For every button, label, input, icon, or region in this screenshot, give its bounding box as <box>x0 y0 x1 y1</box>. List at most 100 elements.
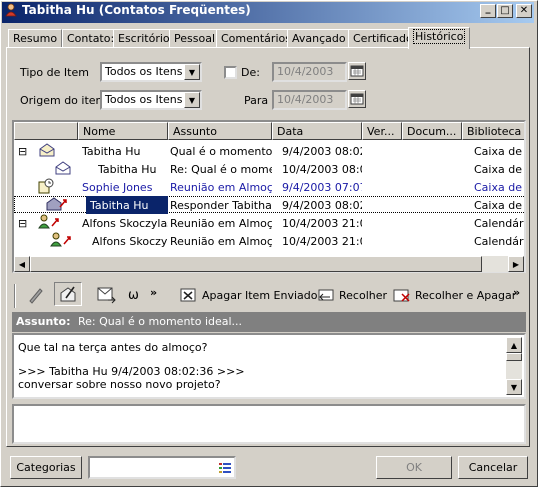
tab-label: Certificado <box>353 32 413 45</box>
item-type-select[interactable]: Todos os Itens ▼ <box>100 62 202 82</box>
row-name: Alfons Skoczyla <box>92 235 168 248</box>
mail-forward-icon <box>46 197 67 211</box>
tab-label: Comentários <box>221 32 291 45</box>
row-date: 10/4/2003 21:02 <box>282 217 362 230</box>
column-header-subject[interactable]: Assunto <box>168 122 272 140</box>
row-subject: Responder Tabitha <box>170 199 272 212</box>
row-subject: Reunião em Almoço <box>170 181 272 194</box>
scroll-left-button[interactable]: ◀ <box>14 256 30 272</box>
row-date: 9/4/2003 08:02: <box>282 145 362 158</box>
forward-button[interactable] <box>96 283 118 307</box>
maximize-button[interactable]: □ <box>497 4 513 18</box>
retract-delete-button[interactable]: Recolher e Apagar <box>392 283 516 307</box>
delete-mail-icon <box>180 288 196 302</box>
column-header-version[interactable]: Ver... <box>362 122 402 140</box>
message-line: >>> Tabitha Hu 9/4/2003 08:02:36 >>> <box>18 365 245 378</box>
row-library: Caixa de C <box>474 181 524 194</box>
subject-value: Re: Qual é o momento ideal... <box>77 315 243 328</box>
calendar-icon <box>350 65 364 77</box>
item-type-label: Tipo de Item <box>20 66 89 79</box>
categories-field[interactable] <box>88 456 236 479</box>
history-list[interactable]: Nome Assunto Data Ver... Docum... Biblio… <box>12 120 526 273</box>
appointment-icon <box>38 178 54 194</box>
row-date: 9/4/2003 07:07: <box>282 181 362 194</box>
envelope-reply-icon <box>55 161 71 175</box>
toolbar-overflow-right[interactable]: » <box>513 280 520 304</box>
from-calendar-button[interactable] <box>348 62 366 80</box>
from-date-checkbox[interactable] <box>224 66 237 79</box>
tab-label: Pessoal <box>174 32 215 45</box>
item-origin-select[interactable]: Todos os Itens ▼ <box>100 90 202 110</box>
close-button[interactable]: ✕ <box>516 4 532 18</box>
chevron-right-icon: ▶ <box>512 259 520 269</box>
delete-sent-button[interactable]: Apagar Item Enviado <box>178 283 317 307</box>
row-library: Calendário <box>474 217 524 230</box>
tree-expander[interactable]: ⊟ <box>18 142 30 160</box>
mark-unread-button[interactable] <box>26 283 46 307</box>
preview-subject-bar: Assunto: Re: Qual é o momento ideal... <box>12 312 526 332</box>
minimize-icon: _ <box>485 3 491 14</box>
tab-label: Avançado <box>292 32 346 45</box>
item-origin-label: Origem do item <box>20 94 107 107</box>
tab-label: Histórico <box>413 29 466 44</box>
column-header-library[interactable]: Biblioteca <box>462 122 524 140</box>
cancel-button[interactable]: Cancelar <box>458 456 528 479</box>
close-icon: ✕ <box>519 5 529 16</box>
retract-label: Recolher <box>339 288 388 302</box>
tree-expander[interactable]: ⊟ <box>18 214 30 232</box>
chevron-down-icon[interactable]: ▼ <box>184 92 200 108</box>
toolbar-overflow[interactable]: » <box>150 280 157 304</box>
row-date: 9/4/2003 08:02: <box>282 199 362 212</box>
categories-button[interactable]: Categorias <box>10 456 82 479</box>
row-name: Tabitha Hu <box>86 196 168 214</box>
tab-pessoal[interactable]: Pessoal <box>169 29 220 48</box>
retract-button[interactable]: Recolher <box>316 283 387 307</box>
scroll-down-button[interactable]: ▼ <box>506 379 522 395</box>
meeting-request-icon <box>50 232 71 247</box>
mark-read-button[interactable] <box>54 282 82 306</box>
resend-icon: ω <box>128 287 139 303</box>
toolbar-grip <box>14 284 16 308</box>
message-preview[interactable]: Que tal na terça antes do almoço? >>> Ta… <box>12 333 526 399</box>
tab-label: Contato: <box>67 32 115 45</box>
scroll-thumb[interactable] <box>30 256 482 272</box>
to-calendar-button[interactable] <box>348 90 366 108</box>
retract-icon <box>318 289 334 301</box>
column-header-document[interactable]: Docum... <box>402 122 462 140</box>
from-date-field[interactable]: 10/4/2003 <box>272 62 347 82</box>
row-library: Caixa de C <box>474 163 524 176</box>
scroll-right-button[interactable]: ▶ <box>508 256 524 272</box>
minimize-button[interactable]: _ <box>480 4 496 18</box>
chevron-down-icon: ▼ <box>510 382 518 392</box>
scroll-thumb[interactable] <box>506 353 522 361</box>
resend-button[interactable]: ω <box>128 283 139 307</box>
to-date-label: Para <box>244 94 269 107</box>
reply-text-area[interactable] <box>12 404 526 444</box>
tab-resumo[interactable]: Resumo <box>8 29 63 48</box>
item-type-value: Todos os Itens <box>105 65 183 78</box>
contact-icon <box>5 3 17 17</box>
row-date: 10/4/2003 08:03 <box>282 163 362 176</box>
tab-avancado[interactable]: Avançado <box>287 29 351 48</box>
retract-delete-label: Recolher e Apagar <box>415 288 517 302</box>
scroll-up-button[interactable]: ▲ <box>506 337 522 353</box>
row-date: 10/4/2003 21:02 <box>282 235 362 248</box>
ok-button[interactable]: OK <box>376 456 452 479</box>
tab-comentarios[interactable]: Comentários <box>216 29 296 48</box>
category-list-icon[interactable] <box>218 461 232 475</box>
row-name: Alfons Skoczylas <box>82 217 168 230</box>
from-date-label: De: <box>241 66 260 79</box>
item-origin-value: Todos os Itens <box>105 93 183 106</box>
delete-sent-label: Apagar Item Enviado <box>202 288 318 302</box>
column-header-icon[interactable] <box>14 122 78 140</box>
chevron-down-icon[interactable]: ▼ <box>184 64 200 80</box>
to-date-field[interactable]: 10/4/2003 <box>272 90 347 110</box>
row-library: Caixa de C <box>474 199 524 212</box>
tab-historico[interactable]: Histórico <box>408 27 471 49</box>
tab-escritorio[interactable]: Escritório <box>113 29 175 48</box>
tab-contato[interactable]: Contato: <box>62 29 120 48</box>
calendar-icon <box>350 93 364 105</box>
column-header-date[interactable]: Data <box>272 122 362 140</box>
chevron-left-icon: ◀ <box>18 259 26 269</box>
column-header-name[interactable]: Nome <box>78 122 168 140</box>
